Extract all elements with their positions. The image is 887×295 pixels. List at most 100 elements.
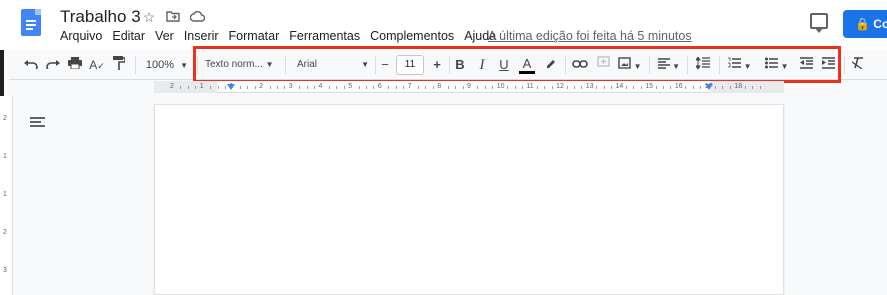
star-icon[interactable]: ☆ <box>141 9 157 25</box>
vertical-ruler-number: 3 <box>3 267 7 274</box>
move-folder-icon[interactable] <box>165 9 181 25</box>
ruler-tick <box>358 86 360 89</box>
undo-icon[interactable] <box>23 56 39 74</box>
toolbar-separator <box>565 56 566 74</box>
ruler-number: 2 <box>259 83 263 90</box>
ruler-tick <box>625 86 627 89</box>
insert-link-icon[interactable] <box>572 56 588 74</box>
line-spacing-icon[interactable] <box>695 56 711 74</box>
left-indent-marker[interactable] <box>227 84 235 90</box>
vertical-ruler-number: 2 <box>3 229 7 236</box>
toolbar-separator <box>719 56 720 74</box>
paragraph-style-select[interactable]: Texto norm... ▼ <box>205 56 279 74</box>
decrease-font-size-button[interactable]: − <box>378 56 392 74</box>
decrease-indent-icon[interactable] <box>799 56 813 74</box>
ruler-number: 18 <box>734 83 743 90</box>
add-comment-icon[interactable] <box>596 56 610 74</box>
ruler-tick <box>187 86 189 89</box>
menu-ver[interactable]: Ver <box>155 29 174 43</box>
ruler-number: 11 <box>526 83 534 90</box>
ruler-tick <box>477 86 479 89</box>
document-outline-icon[interactable] <box>30 117 45 130</box>
font-size-input[interactable]: 11 <box>396 55 424 75</box>
ruler-tick <box>492 86 494 89</box>
vertical-ruler-number: 1 <box>3 153 7 160</box>
ruler-tick <box>544 86 546 89</box>
ruler-number: 2 <box>170 83 174 90</box>
cloud-saved-icon[interactable] <box>189 9 205 25</box>
ruler-tick <box>462 86 464 89</box>
vertical-ruler-number: 1 <box>3 191 7 198</box>
ruler-tick <box>744 86 746 89</box>
ruler-number: 14 <box>615 83 624 90</box>
share-button[interactable]: 🔒 Co <box>843 10 887 38</box>
title-icons: ☆ <box>141 9 205 25</box>
vertical-ruler-number: 2 <box>3 115 7 122</box>
menu-editar[interactable]: Editar <box>112 29 145 43</box>
insert-image-icon[interactable]: ▼ <box>618 56 642 74</box>
italic-button[interactable]: I <box>475 56 489 74</box>
bold-button[interactable]: B <box>453 56 467 74</box>
ruler-tick <box>366 86 368 89</box>
ruler-tick <box>343 86 345 89</box>
zoom-select[interactable]: 100% ▼ <box>143 56 191 74</box>
header: Trabalho 3 ☆ Arquivo Editar Ver Inserir … <box>0 0 887 50</box>
ruler-tick <box>180 86 182 89</box>
ruler-number: 15 <box>645 83 653 90</box>
menu-arquivo[interactable]: Arquivo <box>60 29 102 43</box>
underline-button[interactable]: U <box>497 56 511 74</box>
document-page[interactable] <box>154 104 784 295</box>
redo-icon[interactable] <box>45 56 61 74</box>
ruler-number: 3 <box>288 83 293 90</box>
ruler-tick <box>729 86 731 89</box>
zoom-value: 100% <box>145 59 175 71</box>
increase-indent-icon[interactable] <box>821 56 835 74</box>
align-icon[interactable]: ▼ <box>657 56 681 74</box>
print-icon[interactable] <box>67 56 83 74</box>
numbered-list-icon[interactable]: ▼ <box>726 56 754 74</box>
ruler-tick <box>715 86 717 89</box>
ruler-tick <box>336 86 338 89</box>
ruler-tick <box>210 86 212 89</box>
ruler-tick <box>603 86 605 89</box>
ruler-tick <box>373 86 375 89</box>
ruler-tick <box>663 86 665 89</box>
font-value: Arial <box>297 59 318 70</box>
ruler-number: 6 <box>377 83 382 90</box>
ruler-tick <box>239 86 241 89</box>
ruler-tick <box>328 86 330 89</box>
paint-format-icon[interactable] <box>111 56 127 74</box>
ruler-tick <box>299 86 301 89</box>
toolbar-separator <box>687 56 688 74</box>
last-edit-link[interactable]: A última edição foi feita há 5 minutos <box>488 29 692 43</box>
ruler-tick <box>596 86 598 89</box>
right-indent-marker[interactable] <box>705 84 713 90</box>
docs-logo-icon[interactable] <box>21 9 41 36</box>
ruler-tick <box>247 86 249 89</box>
menu-inserir[interactable]: Inserir <box>184 29 219 43</box>
ruler-tick <box>403 86 405 89</box>
menu-ferramentas[interactable]: Ferramentas <box>289 29 360 43</box>
toolbar-separator <box>449 56 450 74</box>
clear-formatting-icon[interactable] <box>851 56 865 74</box>
ruler-tick <box>284 86 286 89</box>
document-title[interactable]: Trabalho 3 <box>60 7 141 27</box>
ruler-tick <box>670 86 672 89</box>
ruler-tick <box>752 86 754 89</box>
menu-complementos[interactable]: Complementos <box>370 29 454 43</box>
bulleted-list-icon[interactable]: ▼ <box>763 56 791 74</box>
ruler-number: 4 <box>318 83 323 90</box>
toolbar: A✓ 100% ▼ Texto norm... ▼ Arial ▼ − + B I… <box>9 50 887 80</box>
spellcheck-icon[interactable]: A✓ <box>89 56 105 74</box>
text-color-button[interactable]: A <box>519 56 535 74</box>
ruler-number: 12 <box>556 83 564 90</box>
comment-history-icon[interactable] <box>810 13 828 33</box>
increase-font-size-button[interactable]: + <box>430 56 444 74</box>
ruler-tick <box>455 86 457 89</box>
highlight-color-icon[interactable] <box>544 56 558 74</box>
ruler-number: 1 <box>199 83 204 90</box>
ruler-tick <box>536 86 538 89</box>
font-select[interactable]: Arial ▼ <box>297 56 369 74</box>
menu-formatar[interactable]: Formatar <box>229 29 280 43</box>
ruler-tick <box>269 86 271 89</box>
